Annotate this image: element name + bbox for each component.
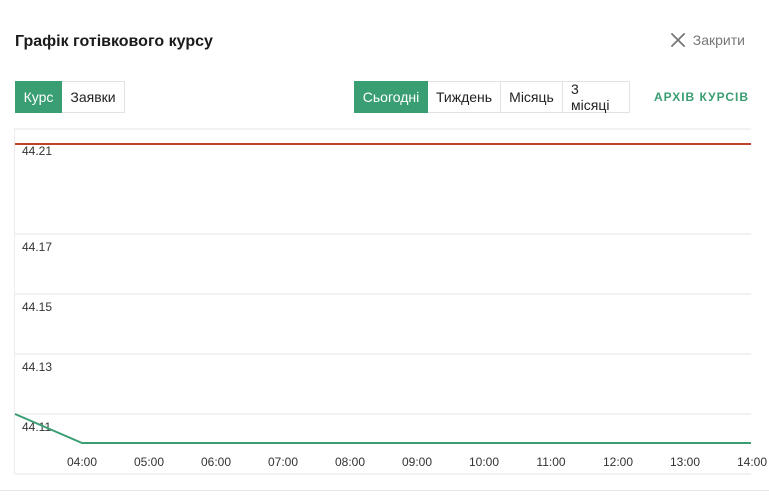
x-tick-label: 07:00 [268,455,298,469]
period-tab-group: Сьогодні Тиждень Місяць 3 місяці [354,81,630,113]
y-tick-label: 44.21 [22,144,52,158]
x-tick-label: 10:00 [469,455,499,469]
x-tick-label: 12:00 [603,455,633,469]
modal-title: Графік готівкового курсу [15,33,213,50]
close-icon [670,33,685,47]
tab-month[interactable]: Місяць [501,81,563,113]
close-button[interactable]: Закрити [670,32,745,48]
close-label: Закрити [692,32,745,48]
y-tick-label: 44.13 [22,360,52,374]
tab-week[interactable]: Тиждень [428,81,501,113]
rate-chart: 44.21 44.17 44.15 44.13 44.11 04:00 05:00 06:00… [0,125,769,475]
tab-today[interactable]: Сьогодні [354,81,428,113]
rate-chart-svg: 44.2144.1744.1544.1344.1104:00 05:00 06:00… [14,128,767,475]
tab-rate[interactable]: Курс [15,81,62,113]
tab-3-months[interactable]: 3 місяці [563,81,630,113]
x-tick-label: 04:00 [67,455,97,469]
tab-orders[interactable]: Заявки [62,81,125,113]
x-tick-label: 13:00 [670,455,700,469]
modal-bottom-divider [0,490,769,491]
x-tick-label: 14:00 [737,455,767,469]
x-tick-label: 05:00 [134,455,164,469]
y-tick-label: 44.15 [22,300,52,314]
mode-tab-group: Курс Заявки [15,81,125,113]
buy-rate-line [14,413,751,444]
x-tick-label: 11:00 [536,455,565,469]
y-tick-label: 44.17 [22,240,52,254]
x-tick-label: 09:00 [402,455,432,469]
x-tick-label: 06:00 [201,455,231,469]
archive-link[interactable]: АРХІВ КУРСІВ [654,90,749,104]
x-tick-label: 08:00 [335,455,365,469]
exchange-chart-modal: Графік готівкового курсу Закрити Курс За… [0,0,769,497]
